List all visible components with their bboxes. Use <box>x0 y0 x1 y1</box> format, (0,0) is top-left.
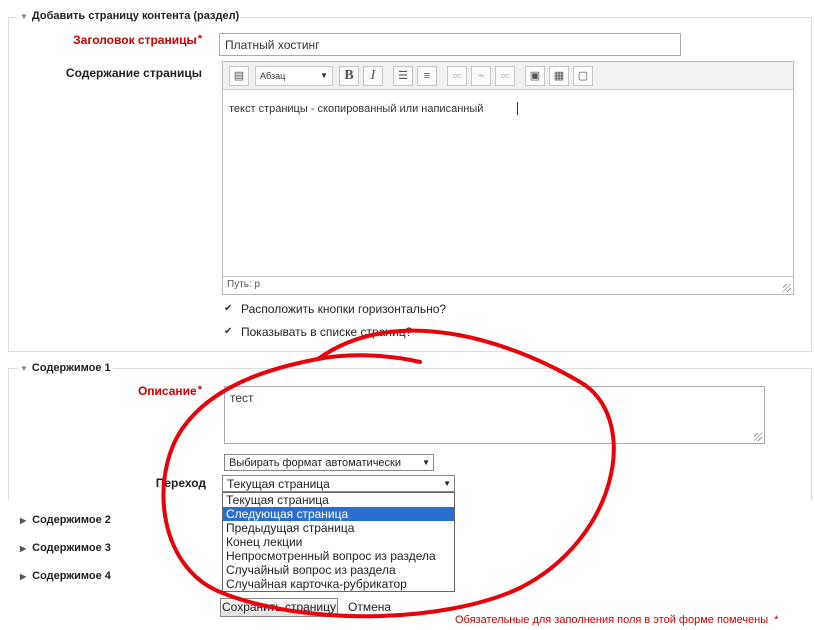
fieldset-border-left <box>8 17 9 352</box>
expand-triangle-icon: ▶ <box>20 516 27 525</box>
checkbox-horizontal[interactable]: ✔ <box>224 304 234 314</box>
jump-label: Переход <box>155 476 206 490</box>
jump-option[interactable]: Непросмотренный вопрос из раздела <box>223 549 454 563</box>
jump-select-value: Текущая страница <box>227 477 330 491</box>
description-label: Описание* <box>20 384 202 398</box>
jump-select[interactable]: Текущая страница ▼ <box>222 475 455 492</box>
image-icon[interactable]: ▣ <box>525 66 545 86</box>
page-title-input[interactable]: Платный хостинг <box>219 33 681 56</box>
section1-legend[interactable]: ▼ Добавить страницу контента (раздел) <box>18 10 242 22</box>
bold-icon[interactable]: B <box>339 66 359 86</box>
fieldset2-border-right <box>811 368 812 500</box>
format-select[interactable]: Выбирать формат автоматически ▼ <box>224 454 434 471</box>
chevron-down-icon: ▼ <box>422 458 430 467</box>
description-label-text: Описание <box>137 384 197 398</box>
italic-icon[interactable]: I <box>363 66 383 86</box>
description-value: тест <box>230 391 254 405</box>
expand-triangle-icon: ▶ <box>20 572 27 581</box>
unlink-icon[interactable]: ⌁ <box>471 66 491 86</box>
title-label-text: Заголовок страницы <box>73 33 197 47</box>
fieldset-border-bottom <box>8 351 812 352</box>
text-cursor <box>517 102 518 115</box>
jump-option[interactable]: Случайный вопрос из раздела <box>223 563 454 577</box>
required-star-icon: * <box>197 384 202 396</box>
title-label: Заголовок страницы* <box>20 33 202 47</box>
fieldset2-border-left <box>8 368 9 500</box>
ordered-list-icon[interactable]: ≡ <box>417 66 437 86</box>
editor-toolbar: ▤ Абзац ▼ B I ☰ ≡ ∞ ⌁ ∞ ▣ ▦ ▢ <box>223 62 793 90</box>
rich-text-editor[interactable]: ▤ Абзац ▼ B I ☰ ≡ ∞ ⌁ ∞ ▣ ▦ ▢ текст стра… <box>222 61 794 295</box>
expand-triangle-icon: ▶ <box>20 544 27 553</box>
jump-option-selected[interactable]: Следующая страница <box>223 507 454 521</box>
autolink-icon[interactable]: ∞ <box>495 66 515 86</box>
jump-option[interactable]: Предыдущая страница <box>223 521 454 535</box>
required-star-icon: * <box>774 614 779 626</box>
section-collapsed-3[interactable]: ▶ Содержимое 3 <box>20 542 111 554</box>
chevron-down-icon: ▼ <box>320 71 328 80</box>
resize-grip-icon[interactable] <box>754 433 762 441</box>
unordered-list-icon[interactable]: ☰ <box>393 66 413 86</box>
chevron-down-icon: ▼ <box>443 479 451 488</box>
checkbox-show-in-list[interactable]: ✔ <box>224 327 234 337</box>
manage-files-icon[interactable]: ▢ <box>573 66 593 86</box>
section1-legend-text: Добавить страницу контента (раздел) <box>31 10 240 22</box>
editor-path-text: Путь: p <box>227 279 261 290</box>
section-collapsed-label: Содержимое 4 <box>32 570 111 582</box>
format-select-value: Выбирать формат автоматически <box>229 457 402 469</box>
cancel-link[interactable]: Отмена <box>348 600 391 614</box>
checkbox-show-in-list-label: Показывать в списке страниц? <box>241 325 413 339</box>
jump-dropdown-list[interactable]: Текущая страница Следующая страница Пред… <box>222 492 455 592</box>
resize-grip-icon[interactable] <box>783 284 791 292</box>
required-star-icon: * <box>197 33 202 45</box>
description-textarea[interactable]: тест <box>224 386 765 444</box>
fieldset2-border-top <box>8 368 812 369</box>
link-icon[interactable]: ∞ <box>447 66 467 86</box>
collapse-triangle-icon: ▼ <box>20 364 28 373</box>
jump-option[interactable]: Случайная карточка-рубрикатор <box>223 577 454 591</box>
media-icon[interactable]: ▦ <box>549 66 569 86</box>
section2-legend-text: Содержимое 1 <box>31 362 111 374</box>
fieldset-border-right <box>811 17 812 352</box>
content-label: Содержание страницы <box>65 66 202 80</box>
jump-option[interactable]: Конец лекции <box>223 535 454 549</box>
checkbox-horizontal-label: Расположить кнопки горизонтально? <box>241 302 447 316</box>
editor-path-bar: Путь: p <box>223 276 793 294</box>
jump-option[interactable]: Текущая страница <box>223 493 454 507</box>
editor-body-text[interactable]: текст страницы - скопированный или напис… <box>229 103 483 115</box>
toggle-toolbar-icon[interactable]: ▤ <box>229 66 249 86</box>
required-note-text: Обязательные для заполнения поля в этой … <box>455 614 769 626</box>
save-page-button[interactable]: Сохранить страницу <box>220 598 338 617</box>
section-collapsed-2[interactable]: ▶ Содержимое 2 <box>20 514 111 526</box>
section-collapsed-4[interactable]: ▶ Содержимое 4 <box>20 570 111 582</box>
collapse-triangle-icon: ▼ <box>20 12 28 21</box>
section-collapsed-label: Содержимое 2 <box>32 514 111 526</box>
required-fields-note: Обязательные для заполнения поля в этой … <box>455 614 779 626</box>
section-collapsed-label: Содержимое 3 <box>32 542 111 554</box>
section2-legend[interactable]: ▼ Содержимое 1 <box>18 362 113 374</box>
paragraph-format-select[interactable]: Абзац ▼ <box>255 66 333 86</box>
paragraph-format-value: Абзац <box>260 71 286 81</box>
